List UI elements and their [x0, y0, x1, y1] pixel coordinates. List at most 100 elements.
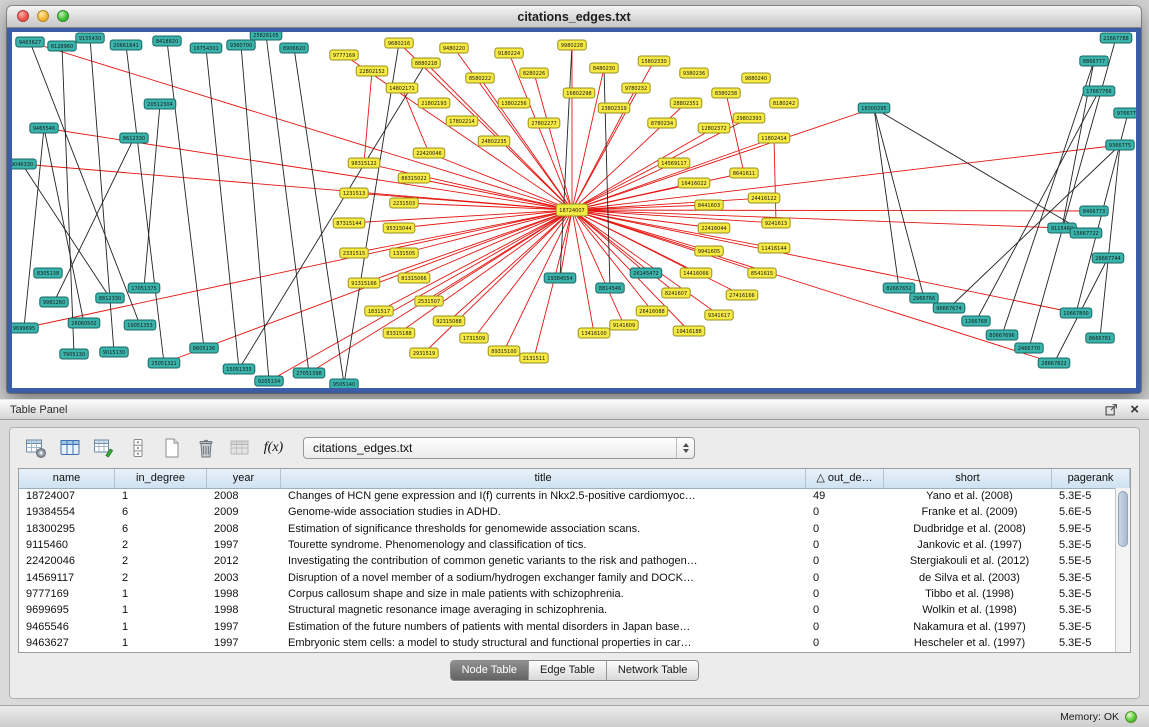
table-row[interactable]: 1830029562008Estimation of significance … [19, 521, 1130, 537]
table-row[interactable]: 1456911722003Disruption of a novel membe… [19, 569, 1130, 585]
graph-node[interactable]: 9155430 [76, 33, 104, 43]
graph-node[interactable]: 8880218 [412, 58, 440, 68]
graph-node[interactable]: 23802319 [598, 103, 630, 113]
graph-node[interactable]: 28802351 [670, 98, 702, 108]
graph-node[interactable]: 17667766 [1083, 86, 1115, 96]
graph-node[interactable]: 2231503 [390, 198, 418, 208]
graph-node[interactable]: 8580222 [466, 73, 494, 83]
graph-node[interactable]: 8666781 [1086, 333, 1114, 343]
graph-node[interactable]: 17051375 [128, 283, 160, 293]
graph-node[interactable]: 83315188 [383, 328, 415, 338]
graph-node[interactable]: 8466773 [1080, 206, 1108, 216]
column-header-short[interactable]: short [884, 469, 1052, 488]
window-close-button[interactable] [17, 10, 29, 22]
window-titlebar[interactable]: citations_edges.txt [7, 6, 1141, 28]
graph-node[interactable]: 9980228 [558, 40, 586, 50]
graph-node[interactable]: 19384554 [544, 273, 576, 283]
graph-node[interactable]: 81315066 [398, 273, 430, 283]
graph-node[interactable]: 22416044 [698, 223, 730, 233]
graph-node[interactable]: 2331515 [340, 248, 368, 258]
graph-node[interactable]: 20512304 [144, 99, 176, 109]
graph-node[interactable]: 11802414 [758, 133, 790, 143]
graph-node[interactable]: 9015130 [100, 347, 128, 357]
table-row[interactable]: 946362711997Embryonic stem cells: a mode… [19, 635, 1130, 651]
graph-node[interactable]: 8128960 [48, 41, 76, 51]
tab-node-table[interactable]: Node Table [451, 661, 529, 680]
graph-node-hub[interactable]: 18724007 [556, 204, 588, 216]
graph-node[interactable]: 8441603 [695, 200, 723, 210]
graph-node[interactable]: 1231513 [340, 188, 368, 198]
graph-node[interactable]: 10667800 [1060, 308, 1092, 318]
graph-node[interactable]: 9180224 [495, 48, 523, 58]
graph-node[interactable]: 12802372 [698, 123, 730, 133]
row-options-button[interactable] [124, 435, 151, 461]
column-header-pagerank[interactable]: pagerank [1052, 469, 1130, 488]
memory-status-icon[interactable] [1125, 711, 1137, 723]
graph-node[interactable]: 26145472 [630, 268, 662, 278]
graph-node[interactable]: 27802277 [528, 118, 560, 128]
close-panel-icon[interactable]: × [1130, 402, 1139, 417]
network-canvas[interactable]: 9463627812896091554302066184184188201675… [12, 32, 1136, 388]
graph-node[interactable]: 96667674 [933, 303, 965, 313]
graph-node[interactable]: 9766779 [1114, 108, 1136, 118]
graph-node[interactable]: 9480220 [440, 43, 468, 53]
graph-node[interactable]: 15802330 [638, 56, 670, 66]
graph-node[interactable]: 8906620 [280, 43, 308, 53]
graph-node[interactable]: 9880240 [742, 73, 770, 83]
graph-node[interactable]: 9463627 [16, 37, 44, 47]
column-header-out_degree[interactable]: △ out_de… [806, 469, 884, 488]
graph-node[interactable]: 22420046 [413, 148, 445, 158]
graph-node[interactable]: 8814546 [596, 283, 624, 293]
graph-node[interactable]: 80667696 [986, 330, 1018, 340]
graph-node[interactable]: 9205134 [255, 376, 283, 386]
graph-node[interactable]: 18300295 [858, 103, 890, 113]
graph-node[interactable]: 8612330 [120, 133, 148, 143]
graph-node[interactable]: 91315166 [348, 278, 380, 288]
column-header-name[interactable]: name [19, 469, 115, 488]
tab-edge-table[interactable]: Edge Table [529, 661, 607, 680]
graph-node[interactable]: 98315122 [348, 158, 380, 168]
graph-node[interactable]: 21667788 [1100, 33, 1132, 43]
function-builder-button[interactable]: f(x) [260, 435, 287, 461]
graph-node[interactable]: 8418820 [153, 36, 181, 46]
graph-node[interactable]: 2931519 [410, 348, 438, 358]
graph-node[interactable]: 29802393 [733, 113, 765, 123]
graph-node[interactable]: 9465546 [30, 123, 58, 133]
graph-node[interactable]: 8241607 [662, 288, 690, 298]
graph-node[interactable]: 27416166 [726, 290, 758, 300]
graph-node[interactable]: 17802214 [446, 116, 478, 126]
graph-node[interactable]: 2531507 [415, 296, 443, 306]
column-header-in_degree[interactable]: in_degree [115, 469, 207, 488]
graph-node[interactable]: 9981260 [40, 297, 68, 307]
graph-node[interactable]: 95315044 [383, 223, 415, 233]
column-header-year[interactable]: year [207, 469, 281, 488]
new-table-button[interactable] [158, 435, 185, 461]
graph-node[interactable]: 1266768 [962, 316, 990, 326]
table-scrollbar-thumb[interactable] [1118, 491, 1128, 547]
window-zoom-button[interactable] [57, 10, 69, 22]
graph-node[interactable]: 2466770 [1015, 343, 1043, 353]
graph-node[interactable]: 20661841 [110, 40, 142, 50]
graph-node[interactable]: 9699695 [12, 323, 38, 333]
graph-node[interactable]: 26667744 [1092, 253, 1124, 263]
graph-node[interactable]: 14416066 [680, 268, 712, 278]
table-row[interactable]: 977716911998Corpus callosum shape and si… [19, 586, 1130, 602]
graph-node[interactable]: 9360700 [227, 40, 255, 50]
graph-node[interactable]: 86315022 [398, 173, 430, 183]
graph-node[interactable]: 13802256 [498, 98, 530, 108]
graph-node[interactable]: 15051333 [223, 364, 255, 374]
graph-node[interactable]: 9046330 [12, 159, 36, 169]
graph-node[interactable]: 8605136 [190, 343, 218, 353]
graph-node[interactable]: 8180242 [770, 98, 798, 108]
graph-node[interactable]: 2131511 [520, 353, 548, 363]
table-mode-button[interactable] [22, 435, 49, 461]
graph-node[interactable]: 24802235 [478, 136, 510, 146]
graph-node[interactable]: 9141609 [610, 320, 638, 330]
graph-node[interactable]: 92315088 [433, 316, 465, 326]
graph-node[interactable]: 82667652 [883, 283, 915, 293]
graph-node[interactable]: 7905130 [60, 349, 88, 359]
show-columns-button[interactable] [56, 435, 83, 461]
graph-node[interactable]: 24416122 [748, 193, 780, 203]
graph-node[interactable]: 14802171 [386, 83, 418, 93]
graph-node[interactable]: 8812330 [96, 293, 124, 303]
